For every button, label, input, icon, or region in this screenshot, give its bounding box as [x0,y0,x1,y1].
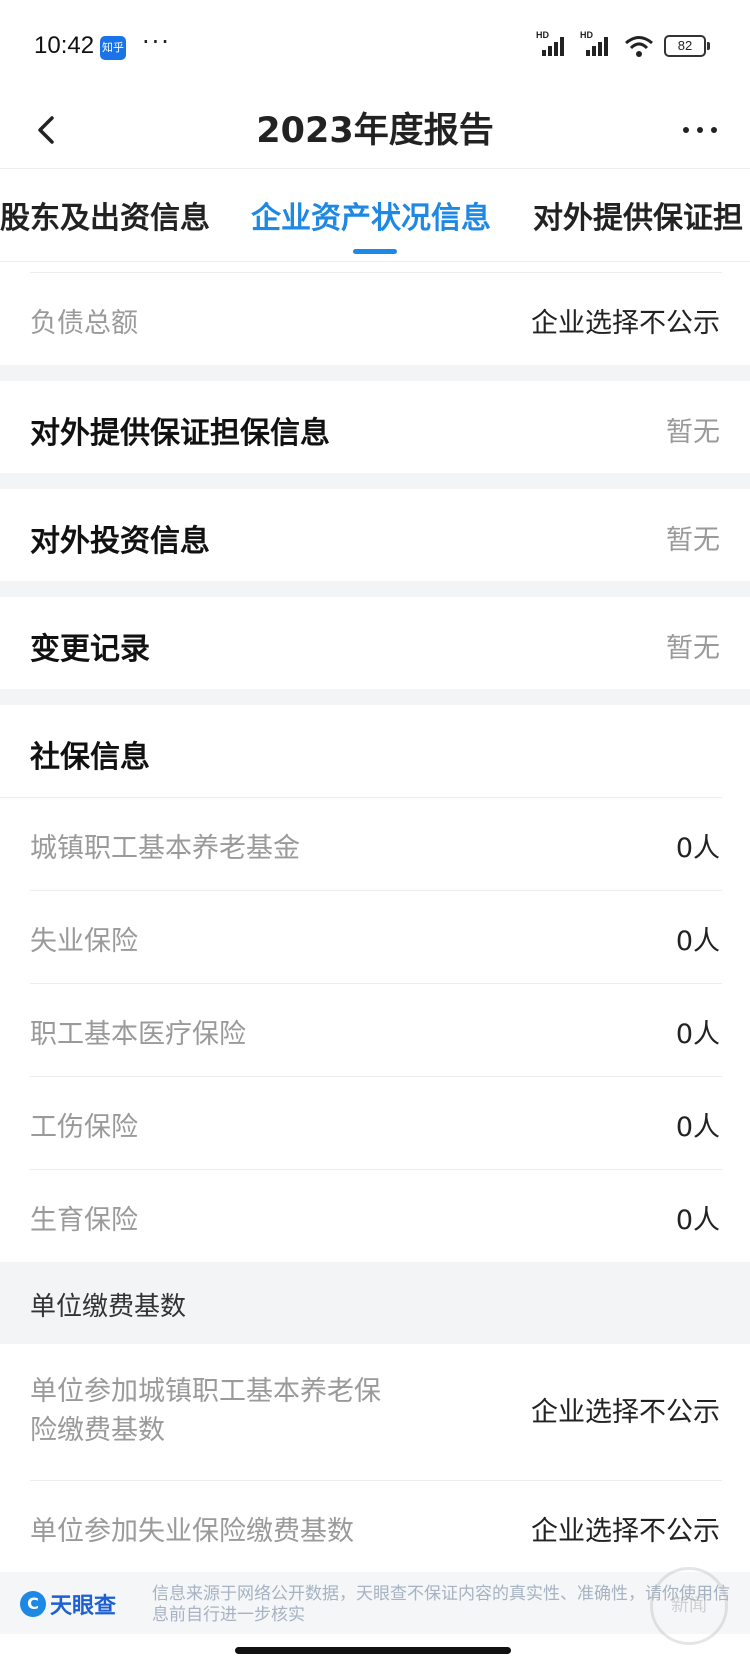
section-gap [0,473,750,489]
wifi-icon [625,36,653,57]
section-title: 变更记录 [30,632,150,667]
row-value: 0人 [675,1112,720,1143]
section-external-guarantees[interactable]: 对外提供保证担保信息 暂无 [0,381,750,473]
row-value: 0人 [675,1205,720,1236]
report-content: 负债总额 企业选择不公示 对外提供保证担保信息 暂无 对外投资信息 暂无 变更记… [0,262,750,1573]
contribution-base-header: 单位缴费基数 [0,1262,750,1344]
report-tabs: 股东及出资信息 企业资产状况信息 对外提供保证担 [0,168,750,262]
social-row-medical: 职工基本医疗保险 0人 [0,984,750,1076]
row-label: 单位参加城镇职工基本养老保险缴费基数 [30,1376,381,1446]
notification-dots-icon: ··· [142,28,171,56]
section-status: 暂无 [666,633,720,664]
active-tab-indicator [353,249,397,254]
status-time: 10:42 [34,32,95,59]
contribution-row-pension: 单位参加城镇职工基本养老保险缴费基数 企业选择不公示 [0,1344,750,1480]
tab-assets[interactable]: 企业资产状况信息 [251,193,491,237]
section-title: 对外投资信息 [30,524,210,559]
asset-row-total-liabilities: 负债总额 企业选择不公示 [0,273,750,365]
section-external-investment[interactable]: 对外投资信息 暂无 [0,489,750,581]
news-watermark: 新闻 [650,1567,728,1645]
tianyancha-logo: C 天眼查 [20,1588,116,1620]
section-gap [0,365,750,381]
section-gap [0,689,750,705]
section-change-records[interactable]: 变更记录 暂无 [0,597,750,689]
row-label: 工伤保险 [30,1112,138,1143]
row-value: 企业选择不公示 [531,308,720,339]
row-value: 0人 [675,1019,720,1050]
section-title: 对外提供保证担保信息 [30,416,330,451]
status-indicators: HD HD 82 [536,30,710,58]
status-bar: 10:42 知乎 ··· HD HD 82 [0,0,750,96]
row-value: 0人 [675,926,720,957]
section-social-security: 社保信息 [0,705,750,797]
row-label: 城镇职工基本养老基金 [30,833,300,864]
social-row-pension: 城镇职工基本养老基金 0人 [0,798,750,890]
battery-icon: 82 [664,35,710,57]
tab-shareholders[interactable]: 股东及出资信息 [0,193,210,237]
section-status: 暂无 [666,525,720,556]
row-label: 单位参加失业保险缴费基数 [30,1516,354,1547]
social-row-maternity: 生育保险 0人 [0,1170,750,1262]
row-label: 职工基本医疗保险 [30,1019,246,1050]
zhihu-app-icon: 知乎 [100,36,126,60]
tab-guarantees[interactable]: 对外提供保证担 [533,193,743,237]
section-status: 暂无 [666,417,720,448]
row-value: 企业选择不公示 [531,1397,720,1428]
tianyancha-logo-icon: C [20,1591,46,1617]
section-title: 社保信息 [30,740,150,775]
row-label: 负债总额 [30,308,138,339]
navigation-header: 2023年度报告 [0,96,750,168]
signal-icon-2: HD [580,30,614,58]
row-value: 0人 [675,833,720,864]
row-value: 企业选择不公示 [531,1516,720,1547]
home-indicator[interactable] [235,1647,511,1654]
row-label: 生育保险 [30,1205,138,1236]
page-title: 2023年度报告 [256,111,494,151]
more-horizontal-icon[interactable] [678,110,722,150]
social-row-injury: 工伤保险 0人 [0,1077,750,1169]
section-gap [0,581,750,597]
logo-text: 天眼查 [50,1594,117,1619]
contribution-row-unemployment: 单位参加失业保险缴费基数 企业选择不公示 [0,1481,750,1573]
signal-icon: HD [536,30,570,58]
row-label: 失业保险 [30,926,138,957]
social-row-unemployment: 失业保险 0人 [0,891,750,983]
subheader-title: 单位缴费基数 [30,1292,187,1322]
source-disclaimer-bar: C 天眼查 信息来源于网络公开数据，天眼查不保证内容的真实性、准确性，请你使用信… [0,1572,750,1634]
